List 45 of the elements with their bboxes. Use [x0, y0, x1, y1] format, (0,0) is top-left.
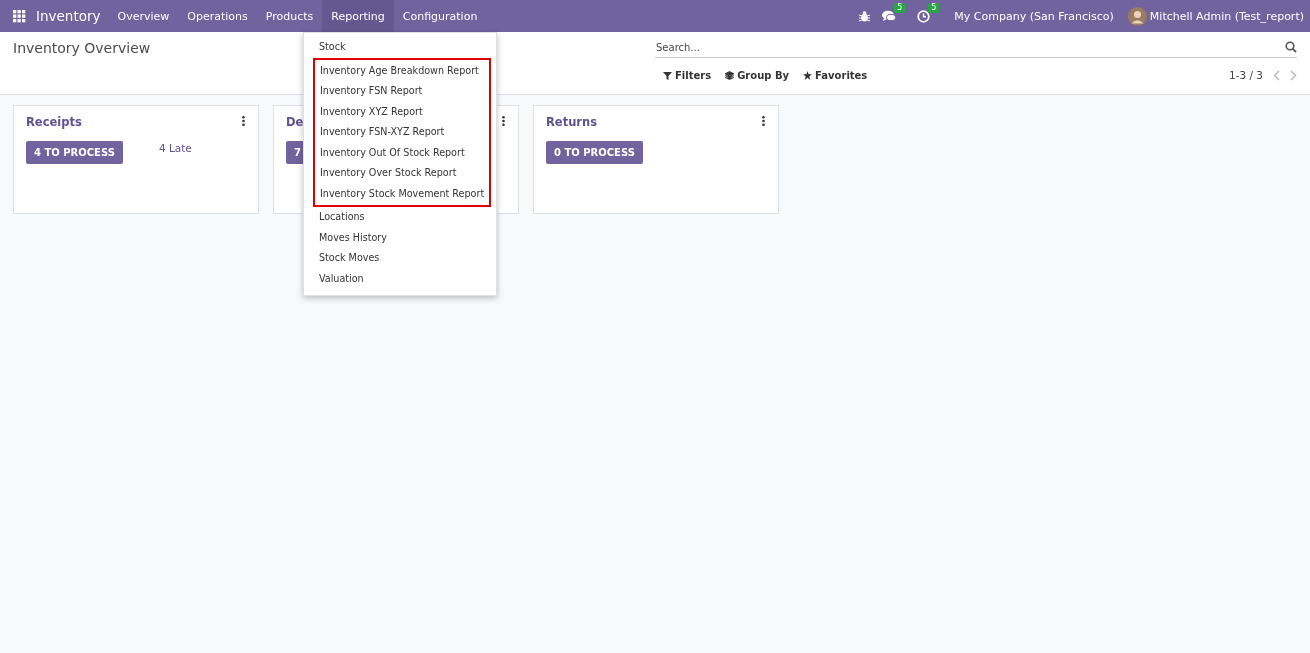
pager-value: 1-3 / 3: [1228, 69, 1263, 81]
menu-item[interactable]: Inventory FSN-XYZ Report: [315, 122, 489, 143]
search-icon[interactable]: [1285, 41, 1297, 53]
nav-menu[interactable]: Operations: [178, 0, 257, 32]
avatar-icon[interactable]: [1127, 6, 1147, 26]
page-title: Inventory Overview: [13, 40, 151, 56]
counter-badge: 5: [928, 2, 940, 13]
vertical-dots-icon[interactable]: [502, 116, 505, 126]
menu-item[interactable]: Inventory Stock Movement Report: [315, 183, 489, 204]
chat-icon[interactable]: [882, 10, 897, 22]
company-switcher[interactable]: My Company (San Francisco): [954, 9, 1114, 23]
card-title[interactable]: De: [286, 115, 304, 129]
menu-item[interactable]: Inventory Out Of Stock Report: [315, 142, 489, 163]
menu-item[interactable]: Inventory XYZ Report: [315, 101, 489, 122]
filter-icon[interactable]: [663, 70, 672, 80]
menu-item[interactable]: Moves History: [304, 227, 496, 248]
menu-item[interactable]: Inventory FSN Report: [315, 81, 489, 102]
nav-menu[interactable]: Products: [256, 0, 323, 32]
star-icon[interactable]: [803, 70, 813, 80]
layers-icon[interactable]: [725, 70, 735, 80]
clock-icon[interactable]: [917, 9, 931, 23]
vertical-dots-icon[interactable]: [762, 116, 765, 126]
filter-toggle[interactable]: Favorites: [815, 69, 868, 81]
nav-menu[interactable]: Configuration: [393, 0, 487, 32]
filter-toggle[interactable]: Filters: [675, 69, 712, 81]
nav-menu[interactable]: Reporting: [322, 0, 394, 32]
vertical-dots-icon[interactable]: [242, 116, 245, 126]
card-title[interactable]: Returns: [546, 115, 598, 129]
nav-menu[interactable]: Overview: [108, 0, 179, 32]
bug-icon[interactable]: [859, 10, 871, 22]
menu-item[interactable]: Locations: [304, 207, 496, 228]
process-button[interactable]: 0 TO PROCESS: [546, 141, 643, 164]
menu-item[interactable]: Stock Moves: [304, 248, 496, 269]
app-name[interactable]: Inventory: [36, 8, 101, 24]
menu-item[interactable]: Valuation: [304, 268, 496, 289]
filter-toggle[interactable]: Group By: [737, 69, 790, 81]
menu-item[interactable]: Stock: [304, 37, 496, 58]
menu-item[interactable]: Inventory Age Breakdown Report: [315, 60, 489, 81]
process-button[interactable]: 4 TO PROCESS: [26, 141, 123, 164]
late-link[interactable]: 4 Late: [158, 142, 192, 154]
apps-menu-icon[interactable]: [13, 9, 26, 23]
card-title[interactable]: Receipts: [26, 115, 82, 129]
counter-badge: 5: [894, 3, 906, 13]
user-menu[interactable]: Mitchell Admin (Test_report): [1149, 9, 1304, 23]
menu-item[interactable]: Inventory Over Stock Report: [315, 163, 489, 184]
